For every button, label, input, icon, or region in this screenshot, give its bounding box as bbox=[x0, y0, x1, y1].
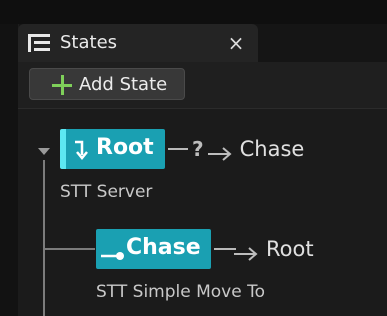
state-name: Chase bbox=[126, 235, 201, 260]
chase-transition: Root bbox=[214, 237, 314, 261]
state-node-chase[interactable]: Chase bbox=[96, 229, 211, 269]
tab-title: States bbox=[60, 32, 118, 53]
state-node-root[interactable]: Root bbox=[60, 129, 165, 169]
expand-caret-icon[interactable] bbox=[38, 148, 50, 155]
arrow-right-icon bbox=[207, 142, 232, 161]
transition-arrow-icon bbox=[72, 139, 92, 161]
tree-connector-horizontal bbox=[43, 248, 95, 250]
tree-connector-vertical bbox=[43, 160, 45, 316]
transition-target[interactable]: Root bbox=[266, 237, 314, 261]
close-icon[interactable]: × bbox=[224, 31, 248, 55]
state-name: Root bbox=[96, 135, 154, 160]
transition-condition: ? bbox=[192, 137, 204, 161]
transition-line bbox=[214, 248, 236, 250]
transition-line bbox=[168, 148, 188, 150]
tree-list-icon bbox=[28, 34, 50, 52]
state-task-label: STT Server bbox=[60, 182, 153, 202]
leaf-state-icon bbox=[101, 243, 125, 260]
state-task-label: STT Simple Move To bbox=[96, 282, 266, 302]
states-panel: Add State Root ? Chase STT Server Chase … bbox=[18, 62, 387, 316]
tab-states[interactable]: States × bbox=[18, 24, 258, 62]
arrow-right-icon bbox=[234, 242, 258, 261]
transition-target[interactable]: Chase bbox=[240, 137, 305, 161]
window-top-bar bbox=[0, 0, 387, 24]
left-dock-strip bbox=[0, 24, 19, 316]
root-transition: ? Chase bbox=[168, 137, 304, 161]
state-tree: Root ? Chase STT Server Chase Root STT S… bbox=[18, 62, 387, 316]
